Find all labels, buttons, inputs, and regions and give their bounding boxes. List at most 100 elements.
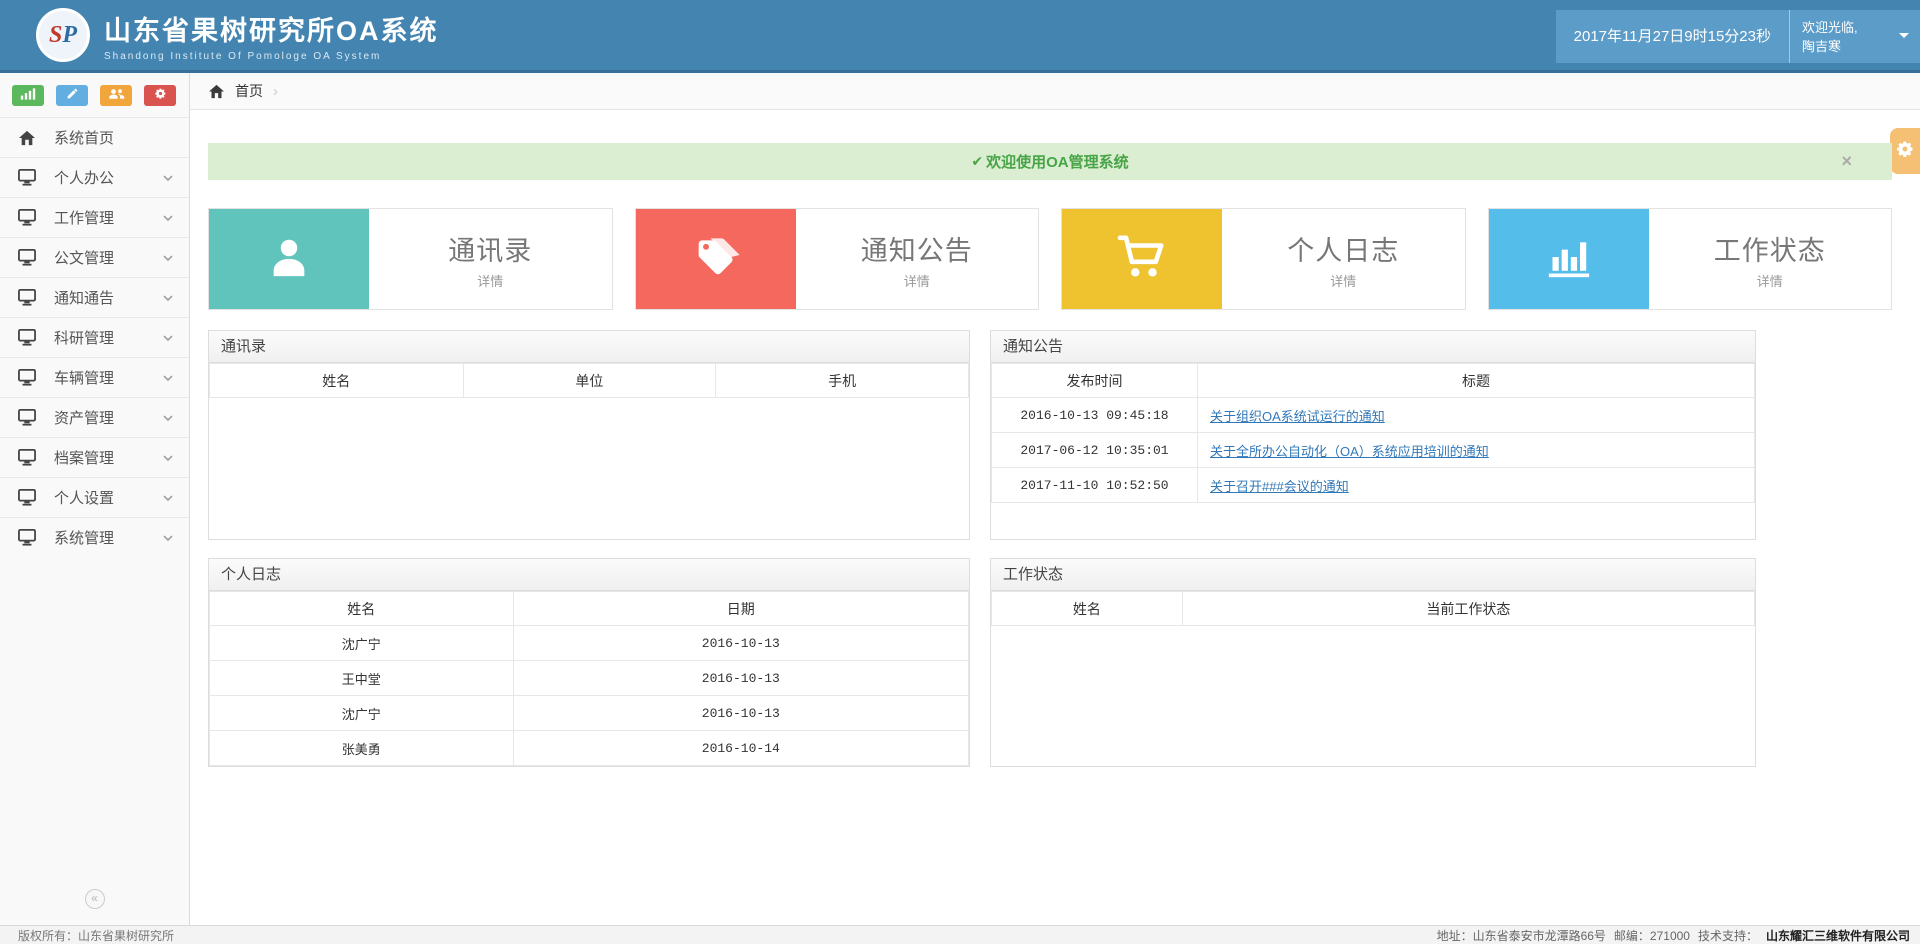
chevron-down-icon — [163, 335, 173, 341]
diary-name: 沈广宁 — [210, 696, 514, 731]
chevron-down-icon — [163, 415, 173, 421]
table-header-row: 姓名 单位 手机 — [210, 364, 969, 398]
pencil-icon — [66, 87, 79, 105]
sidebar-item-label: 档案管理 — [54, 447, 114, 468]
card-icon-block — [636, 209, 796, 309]
institute-logo: SP — [36, 8, 90, 62]
status-table: 姓名 当前工作状态 — [991, 591, 1755, 626]
address-text: 地址：山东省泰安市龙潭路66号 — [1437, 927, 1606, 944]
gear-icon — [154, 87, 167, 105]
welcome-alert: ✔ 欢迎使用OA管理系统 × — [208, 143, 1892, 180]
card-body: 通讯录 详情 — [369, 209, 612, 309]
card-detail-link[interactable]: 详情 — [477, 271, 503, 290]
card-detail-link[interactable]: 详情 — [904, 271, 930, 290]
logo-letter-s: S — [49, 22, 62, 49]
panel-row-1: 通讯录 姓名 单位 手机 通知公告 — [208, 330, 1892, 540]
body-row: 系统首页 个人办公 工作管理 公文管理 — [0, 73, 1920, 925]
cart-icon — [1117, 234, 1167, 285]
card-title: 通知公告 — [861, 229, 973, 268]
table-row: 王中堂 2016-10-13 — [210, 661, 969, 696]
panel-title: 个人日志 — [209, 559, 969, 591]
sidebar: 系统首页 个人办公 工作管理 公文管理 — [0, 73, 190, 925]
table-row: 沈广宁 2016-10-13 — [210, 626, 969, 661]
edit-button[interactable] — [56, 85, 88, 106]
breadcrumb-home-link[interactable]: 首页 — [235, 81, 263, 101]
sidebar-item-label: 公文管理 — [54, 247, 114, 268]
status-panel: 工作状态 姓名 当前工作状态 — [990, 558, 1756, 767]
monitor-icon — [18, 249, 40, 266]
sidebar-collapse-button[interactable]: « — [85, 889, 105, 909]
settings-button[interactable] — [144, 85, 176, 106]
card-detail-link[interactable]: 详情 — [1330, 271, 1356, 290]
contacts-table: 姓名 单位 手机 — [209, 363, 969, 398]
sidebar-item-archive-management[interactable]: 档案管理 — [0, 437, 189, 477]
monitor-icon — [18, 529, 40, 546]
sidebar-item-home[interactable]: 系统首页 — [0, 117, 189, 157]
card-notices[interactable]: 通知公告 详情 — [635, 208, 1040, 310]
app-header: SP 山东省果树研究所OA系统 Shandong Institute Of Po… — [0, 0, 1920, 73]
column-header: 姓名 — [210, 592, 514, 626]
support-label: 技术支持： — [1698, 927, 1758, 944]
column-header: 单位 — [463, 364, 716, 398]
sidebar-item-notices[interactable]: 通知通告 — [0, 277, 189, 317]
settings-panel-toggle[interactable] — [1890, 128, 1920, 174]
company-name: 山东耀汇三维软件有限公司 — [1766, 927, 1910, 944]
check-icon: ✔ — [971, 153, 983, 170]
stats-button[interactable] — [12, 85, 44, 106]
card-diary[interactable]: 个人日志 详情 — [1061, 208, 1466, 310]
chevron-down-icon — [163, 255, 173, 261]
sidebar-item-system-management[interactable]: 系统管理 — [0, 517, 189, 557]
notice-link[interactable]: 关于召开###会议的通知 — [1210, 479, 1349, 494]
sidebar-item-personal-settings[interactable]: 个人设置 — [0, 477, 189, 517]
card-icon-block — [209, 209, 369, 309]
user-menu[interactable]: 欢迎光临, 陶吉寒 — [1790, 10, 1920, 63]
chevron-down-icon — [163, 215, 173, 221]
user-icon — [266, 234, 312, 285]
column-header: 发布时间 — [992, 364, 1198, 398]
sidebar-item-work-management[interactable]: 工作管理 — [0, 197, 189, 237]
sidebar-item-personal-office[interactable]: 个人办公 — [0, 157, 189, 197]
chevron-down-icon — [163, 455, 173, 461]
chevron-down-icon — [163, 175, 173, 181]
card-body: 个人日志 详情 — [1222, 209, 1465, 309]
monitor-icon — [18, 489, 40, 506]
main-area: 首页 › ✔ 欢迎使用OA管理系统 × — [190, 73, 1920, 925]
notice-link[interactable]: 关于全所办公自动化（OA）系统应用培训的通知 — [1210, 444, 1489, 459]
current-datetime: 2017年11月27日9时15分23秒 — [1556, 10, 1790, 63]
quick-buttons — [0, 73, 189, 117]
card-title: 个人日志 — [1287, 229, 1399, 268]
monitor-icon — [18, 289, 40, 306]
card-status[interactable]: 工作状态 详情 — [1488, 208, 1893, 310]
status-empty-body — [991, 626, 1755, 766]
monitor-icon — [18, 329, 40, 346]
card-detail-link[interactable]: 详情 — [1757, 271, 1783, 290]
diary-date: 2016-10-13 — [513, 661, 968, 696]
sidebar-item-vehicle-management[interactable]: 车辆管理 — [0, 357, 189, 397]
column-header: 姓名 — [210, 364, 464, 398]
sidebar-item-research-management[interactable]: 科研管理 — [0, 317, 189, 357]
sidebar-item-label: 通知通告 — [54, 287, 114, 308]
card-title: 工作状态 — [1714, 229, 1826, 268]
notice-time: 2016-10-13 09:45:18 — [992, 398, 1198, 433]
table-row: 沈广宁 2016-10-13 — [210, 696, 969, 731]
notices-empty-space — [991, 503, 1755, 539]
close-icon[interactable]: × — [1841, 151, 1852, 172]
monitor-icon — [18, 209, 40, 226]
users-button[interactable] — [100, 85, 132, 106]
panel-title: 工作状态 — [991, 559, 1755, 591]
app-title: 山东省果树研究所OA系统 — [104, 9, 439, 48]
postcode-text: 邮编：271000 — [1614, 927, 1690, 944]
copyright-text: 版权所有：山东省果树研究所 — [18, 927, 174, 944]
sidebar-item-asset-management[interactable]: 资产管理 — [0, 397, 189, 437]
notice-time: 2017-11-10 10:52:50 — [992, 468, 1198, 503]
panel-row-2: 个人日志 姓名 日期 沈广宁 2016-10-13 — [208, 558, 1892, 767]
table-row: 2017-06-12 10:35:01 关于全所办公自动化（OA）系统应用培训的… — [992, 433, 1755, 468]
diary-table: 姓名 日期 沈广宁 2016-10-13 王中堂 2016-1 — [209, 591, 969, 766]
card-contacts[interactable]: 通讯录 详情 — [208, 208, 613, 310]
header-right: 2017年11月27日9时15分23秒 欢迎光临, 陶吉寒 — [1556, 10, 1920, 63]
diary-date: 2016-10-14 — [513, 731, 968, 766]
notice-link[interactable]: 关于组织OA系统试运行的通知 — [1210, 409, 1385, 424]
panel-title: 通讯录 — [209, 331, 969, 363]
sidebar-item-document-management[interactable]: 公文管理 — [0, 237, 189, 277]
chevron-down-icon — [163, 535, 173, 541]
